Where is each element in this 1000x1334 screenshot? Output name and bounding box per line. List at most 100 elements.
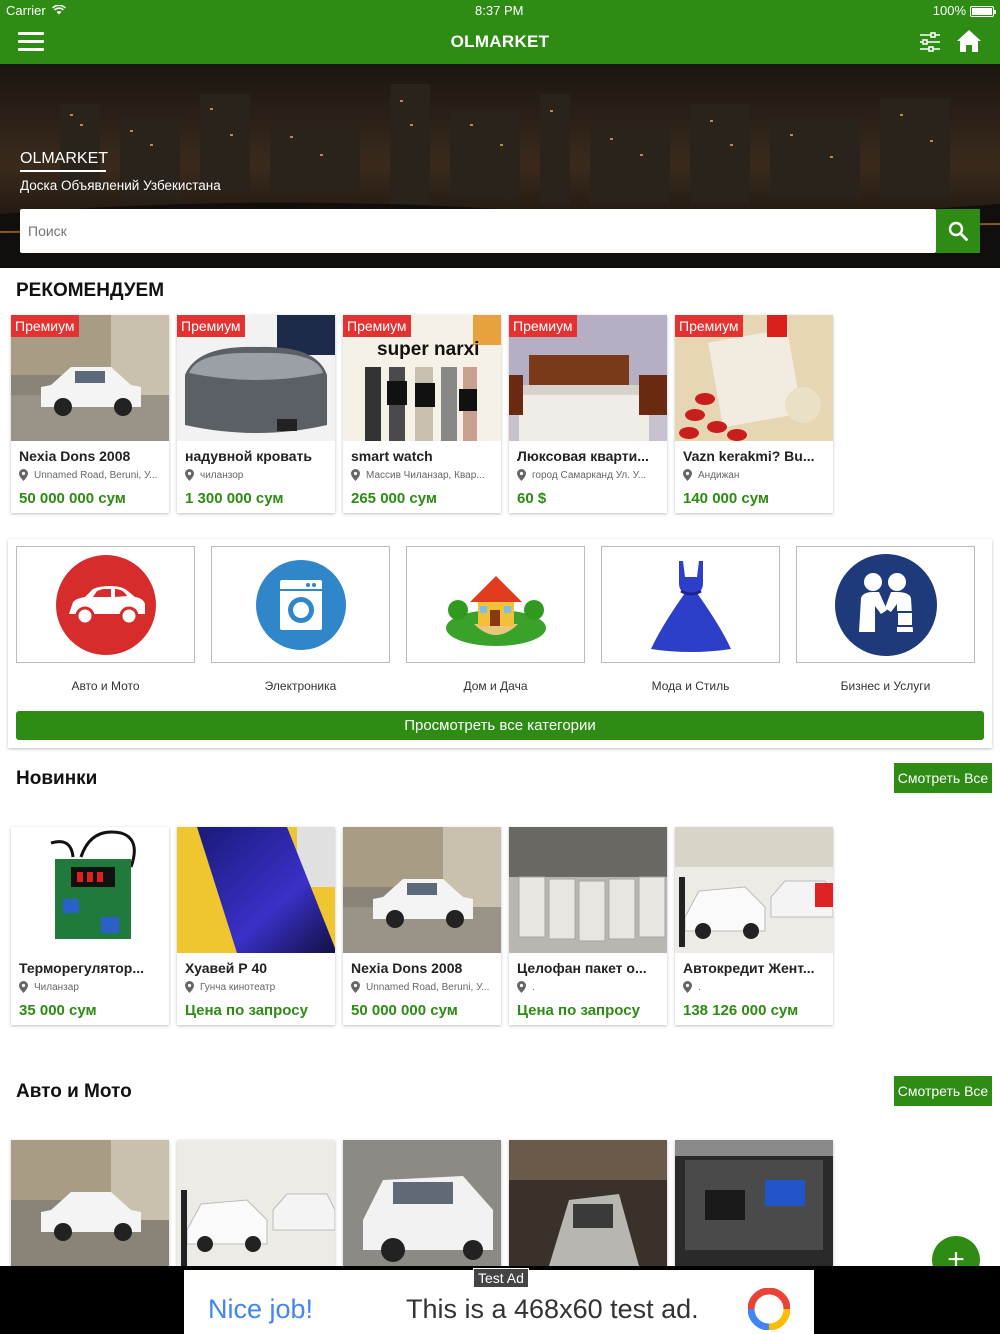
premium-badge: Премиум (509, 315, 577, 337)
nav-bar: OLMARKET (0, 20, 1000, 64)
home-icon[interactable] (956, 28, 982, 54)
product-price: 60 $ (517, 490, 547, 507)
carrier-label: Carrier (6, 2, 46, 18)
car-icon (55, 554, 156, 655)
product-location: Unnamed Road, Beruni, У... (351, 981, 493, 993)
product-price: 140 000 сум (683, 490, 769, 507)
category-home[interactable]: Дом и Дача (406, 546, 585, 693)
house-icon (445, 575, 546, 646)
product-card[interactable]: Премиум надувной кровать чиланзор 1 300 … (177, 315, 335, 513)
product-card[interactable] (675, 1140, 833, 1266)
location-text: чиланзор (200, 469, 244, 481)
product-card[interactable] (343, 1140, 501, 1266)
see-all-auto-button[interactable]: Смотреть Все (894, 1076, 992, 1106)
location-text: Чиланзар (34, 981, 79, 993)
category-electronics[interactable]: Электроника (211, 546, 390, 693)
product-image-text: super narxi (377, 339, 479, 360)
location-pin-icon (19, 469, 28, 481)
category-label: Бизнес и Услуги (840, 679, 931, 693)
product-location: Гунча кинотеатр (185, 981, 327, 993)
location-text: город Самарканд Ул. У... (532, 469, 647, 481)
product-name: Nexia Dons 2008 (351, 960, 463, 976)
product-name: Vazn kerakmi? Bu... (683, 448, 815, 464)
product-name: надувной кровать (185, 448, 312, 464)
product-price: Цена по запросу (517, 1002, 640, 1019)
auto-moto-title: Авто и Мото (16, 1081, 132, 1102)
product-location: Андижан (683, 469, 825, 481)
hero-subtitle: Доска Объявлений Узбекистана (20, 178, 221, 193)
product-image (177, 827, 335, 953)
product-card[interactable] (11, 1140, 169, 1266)
location-text: . (532, 981, 535, 993)
product-location: Чиланзар (19, 981, 161, 993)
category-label: Авто и Мото (71, 679, 140, 693)
product-image (11, 827, 169, 953)
app-title: OLMARKET (450, 32, 550, 51)
product-location: . (517, 981, 659, 993)
product-card[interactable] (177, 1140, 335, 1266)
dress-icon (650, 560, 731, 652)
location-text: Unnamed Road, Beruni, У... (34, 469, 158, 481)
wifi-icon (51, 5, 66, 15)
battery-icon (970, 5, 996, 17)
clock: 8:37 PM (475, 2, 524, 18)
auto-moto-list (11, 1140, 833, 1266)
search-input[interactable] (20, 209, 936, 253)
product-card[interactable] (509, 1140, 667, 1266)
category-label: Электроника (264, 679, 337, 693)
premium-badge: Премиум (177, 315, 245, 337)
search-button[interactable] (936, 209, 980, 253)
product-card[interactable]: Nexia Dons 2008 Unnamed Road, Beruni, У.… (343, 827, 501, 1025)
product-card[interactable]: Целофан пакет о... . Цена по запросу (509, 827, 667, 1025)
see-all-new-button[interactable]: Смотреть Все (894, 763, 992, 793)
product-price: 50 000 000 сум (351, 1002, 458, 1019)
category-auto[interactable]: Авто и Мото (16, 546, 195, 693)
recommended-list: Премиум Nexia Dons 2008 Unnamed Road, Be… (11, 315, 833, 513)
battery-label: 100% (932, 2, 966, 18)
washing-machine-icon (255, 559, 346, 650)
location-pin-icon (351, 981, 360, 993)
product-card[interactable]: Премиум Nexia Dons 2008 Unnamed Road, Be… (11, 315, 169, 513)
product-name: Терморегулятор... (19, 960, 145, 976)
location-pin-icon (351, 469, 360, 481)
search-icon (948, 221, 968, 241)
filter-icon[interactable] (918, 30, 942, 54)
category-list: Авто и Мото Электроника Дом и Дача Мода … (16, 546, 975, 693)
product-image (177, 1140, 335, 1266)
location-pin-icon (185, 469, 194, 481)
product-name: Целофан пакет о... (517, 960, 647, 976)
product-image (675, 1140, 833, 1266)
categories-panel: Авто и Мото Электроника Дом и Дача Мода … (8, 539, 992, 748)
product-location: город Самарканд Ул. У... (517, 469, 659, 481)
location-pin-icon (19, 981, 28, 993)
premium-badge: Премиум (11, 315, 79, 337)
category-business[interactable]: Бизнес и Услуги (796, 546, 975, 693)
product-price: 35 000 сум (19, 1002, 97, 1019)
view-all-categories-button[interactable]: Просмотреть все категории (16, 711, 984, 740)
product-card[interactable]: Хуавей Р 40 Гунча кинотеатр Цена по запр… (177, 827, 335, 1025)
location-text: Массив Чиланзар, Квар... (366, 469, 485, 481)
product-card[interactable]: Автокредит Жент... . 138 126 000 сум (675, 827, 833, 1025)
category-label: Дом и Дача (463, 679, 528, 693)
hero-banner: OLMARKET Доска Объявлений Узбекистана (0, 64, 1000, 268)
product-image (343, 827, 501, 953)
new-items-title: Новинки (16, 768, 98, 789)
ad-banner[interactable]: Test Ad Nice job! This is a 468x60 test … (184, 1268, 814, 1334)
product-location: Массив Чиланзар, Квар... (351, 469, 493, 481)
product-card[interactable]: Терморегулятор... Чиланзар 35 000 сум (11, 827, 169, 1025)
ad-logo-icon (748, 1288, 790, 1330)
location-pin-icon (517, 469, 526, 481)
product-card[interactable]: Премиум Vazn kerakmi? Bu... Андижан 140 … (675, 315, 833, 513)
location-text: Гунча кинотеатр (200, 981, 276, 993)
product-name: Люксовая кварти... (517, 448, 649, 464)
product-card[interactable]: Премиум super narxi smart watch Массив Ч… (343, 315, 501, 513)
product-price: 265 000 сум (351, 490, 437, 507)
product-card[interactable]: Премиум Люксовая кварти... город Самарка… (509, 315, 667, 513)
product-image (509, 1140, 667, 1266)
category-fashion[interactable]: Мода и Стиль (601, 546, 780, 693)
product-location: . (683, 981, 825, 993)
product-price: Цена по запросу (185, 1002, 308, 1019)
product-name: smart watch (351, 448, 433, 464)
product-image (509, 827, 667, 953)
ad-text: This is a 468x60 test ad. (406, 1294, 699, 1324)
